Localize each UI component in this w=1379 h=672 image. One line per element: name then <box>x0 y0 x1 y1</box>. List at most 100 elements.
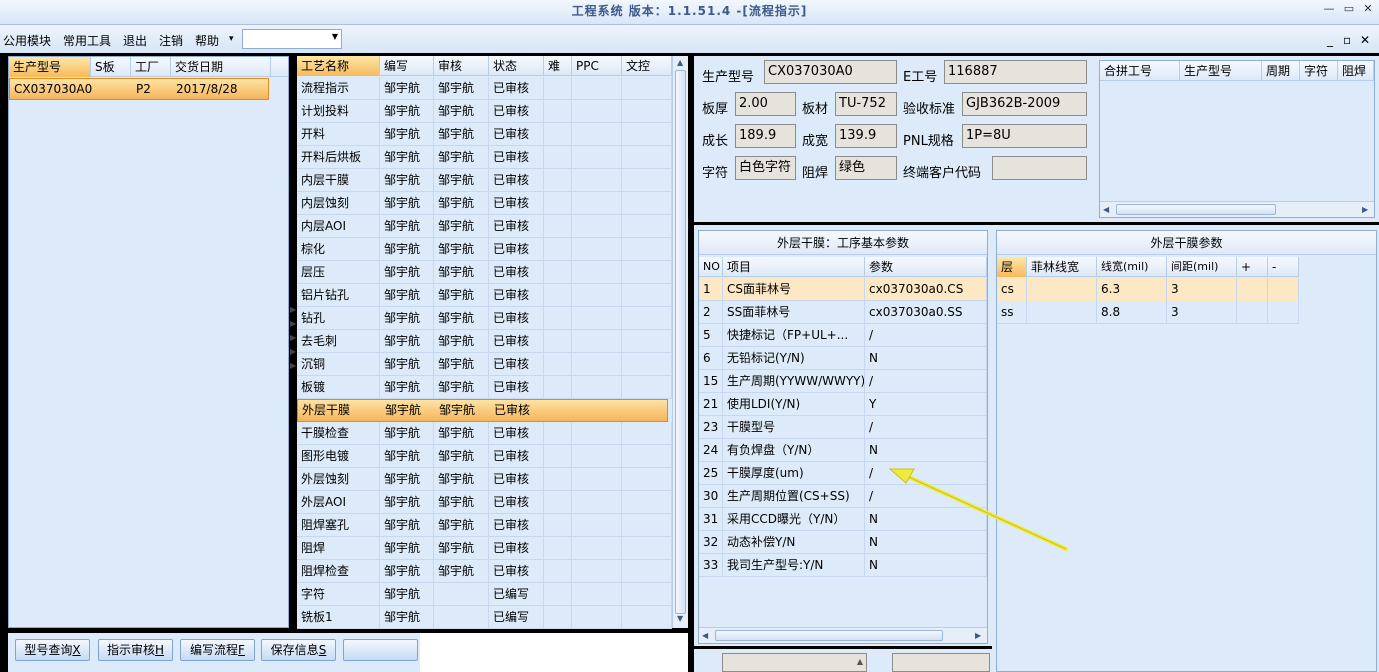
bottom-field-2[interactable] <box>892 653 990 672</box>
scroll-left-icon[interactable]: ◀ <box>1103 205 1109 214</box>
col-layer[interactable]: 层 <box>997 257 1027 277</box>
table-row[interactable]: 沉铜 邹宇航 邹宇航 已审核 <box>297 353 672 376</box>
table-cell[interactable]: 3 <box>1167 301 1237 324</box>
col-difficulty[interactable]: 难 <box>544 56 572 76</box>
table-cell[interactable]: / <box>865 416 987 439</box>
scroll-right-icon[interactable]: ▶ <box>975 631 981 640</box>
field-customer-code[interactable] <box>992 156 1087 180</box>
field-pnl-spec[interactable]: 1P=8U <box>962 124 1087 148</box>
field-legend[interactable]: 白色字符 <box>735 156 796 180</box>
table-row[interactable]: 内层蚀刻 邹宇航 邹宇航 已审核 <box>297 192 672 215</box>
table-row[interactable]: 计划投料 邹宇航 邹宇航 已审核 <box>297 100 672 123</box>
table-cell[interactable] <box>1237 278 1268 301</box>
table-cell[interactable]: 6.3 <box>1097 278 1167 301</box>
table-row[interactable]: 棕化 邹宇航 邹宇航 已审核 <box>297 238 672 261</box>
list-item[interactable]: 21 使用LDI(Y/N) Y <box>699 393 987 416</box>
table-cell[interactable]: N <box>865 347 987 370</box>
scroll-left-icon[interactable]: ◀ <box>702 631 708 640</box>
col-minus[interactable]: - <box>1268 257 1299 277</box>
col-merge-legend[interactable]: 字符 <box>1300 61 1338 81</box>
table-row[interactable]: 板镀 邹宇航 邹宇航 已审核 <box>297 376 672 399</box>
close-icon[interactable]: ✕ <box>1360 2 1376 16</box>
col-model[interactable]: 生产型号 <box>9 57 91 77</box>
field-length[interactable]: 189.9 <box>735 124 796 148</box>
col-line-width[interactable]: 线宽(mil) <box>1097 257 1167 277</box>
mdi-minimize-icon[interactable]: _ <box>1327 33 1333 47</box>
table-row[interactable]: 开料 邹宇航 邹宇航 已审核 <box>297 123 672 146</box>
table-cell[interactable]: / <box>865 370 987 393</box>
scroll-thumb[interactable] <box>1116 204 1276 215</box>
toolbar-button-0[interactable]: 型号查询X <box>15 639 90 661</box>
menu-exit[interactable]: 退出 <box>123 32 147 49</box>
list-item[interactable]: 6 无铅标记(Y/N) N <box>699 347 987 370</box>
list-item[interactable]: 24 有负焊盘（Y/N） N <box>699 439 987 462</box>
field-width[interactable]: 139.9 <box>835 124 897 148</box>
table-row[interactable]: 图形电镀 邹宇航 邹宇航 已审核 <box>297 445 672 468</box>
basic-hscroll[interactable]: ◀ ▶ <box>699 627 987 643</box>
table-cell[interactable] <box>1027 278 1097 301</box>
mdi-close-icon[interactable]: ✕ <box>1360 33 1370 47</box>
table-cell[interactable]: N <box>865 439 987 462</box>
table-row[interactable]: 阻焊塞孔 邹宇航 邹宇航 已审核 <box>297 514 672 537</box>
scroll-down-icon[interactable]: ▼ <box>677 614 683 623</box>
table-cell[interactable]: cs <box>997 278 1027 301</box>
table-cell[interactable] <box>1268 301 1299 324</box>
spin-up-icon[interactable]: ▲ <box>857 657 863 666</box>
table-row[interactable]: 铣板1 邹宇航 已编写 <box>297 606 672 629</box>
col-status[interactable]: 状态 <box>489 56 544 76</box>
col-film-line-width[interactable]: 菲林线宽 <box>1027 257 1097 277</box>
scroll-thumb[interactable] <box>715 630 943 641</box>
table-row[interactable]: 层压 邹宇航 邹宇航 已审核 <box>297 261 672 284</box>
mdi-restore-icon[interactable]: ▫ <box>1343 33 1351 47</box>
table-row[interactable]: 钻孔 邹宇航 邹宇航 已审核 <box>297 307 672 330</box>
scroll-thumb[interactable] <box>675 70 686 614</box>
table-cell[interactable] <box>1237 301 1268 324</box>
table-cell[interactable]: 3 <box>1167 278 1237 301</box>
col-plus[interactable]: + <box>1237 257 1268 277</box>
menu-logout[interactable]: 注销 <box>159 32 183 49</box>
col-item[interactable]: 项目 <box>723 257 865 277</box>
scroll-up-icon[interactable]: ▲ <box>677 58 683 67</box>
minimize-icon[interactable]: — <box>1321 2 1337 16</box>
list-item[interactable]: 1 CS面菲林号 cx037030a0.CS <box>699 278 987 301</box>
toolbar-button-1[interactable]: 指示审核H <box>98 639 173 661</box>
col-ppc[interactable]: PPC <box>572 56 622 76</box>
list-item[interactable]: 23 干膜型号 / <box>699 416 987 439</box>
toolbar-button-4[interactable] <box>343 639 418 661</box>
table-cell[interactable]: Y <box>865 393 987 416</box>
table-row[interactable]: 铝片钻孔 邹宇航 邹宇航 已审核 <box>297 284 672 307</box>
col-s-board[interactable]: S板 <box>91 57 131 77</box>
field-standard[interactable]: GJB362B-2009 <box>962 92 1087 116</box>
maximize-icon[interactable]: ▭ <box>1341 2 1357 16</box>
table-cell[interactable] <box>1027 301 1097 324</box>
table-row[interactable]: 字符 邹宇航 已编写 <box>297 583 672 606</box>
table-cell[interactable]: cx037030a0.CS <box>865 278 987 301</box>
col-merge-model[interactable]: 生产型号 <box>1180 61 1262 81</box>
menu-dropdown-icon[interactable]: ▾ <box>229 34 234 44</box>
col-param[interactable]: 参数 <box>865 257 987 277</box>
table-row[interactable]: 内层AOI 邹宇航 邹宇航 已审核 <box>297 215 672 238</box>
merge-hscroll[interactable]: ◀ ▶ <box>1100 201 1374 217</box>
toolbar-button-2[interactable]: 编写流程F <box>180 639 255 661</box>
col-merge-cycle[interactable]: 周期 <box>1262 61 1300 81</box>
bottom-field-1[interactable]: ▲ <box>722 653 867 672</box>
table-row[interactable]: 外层干膜 邹宇航 邹宇航 已审核 <box>297 399 668 422</box>
col-delivery-date[interactable]: 交货日期 <box>171 57 271 77</box>
table-row[interactable]: 外层蚀刻 邹宇航 邹宇航 已审核 <box>297 468 672 491</box>
table-row[interactable]: 开料后烘板 邹宇航 邹宇航 已审核 <box>297 146 672 169</box>
chevron-down-icon[interactable]: ▼ <box>332 32 338 41</box>
table-row[interactable]: 外层AOI 邹宇航 邹宇航 已审核 <box>297 491 672 514</box>
list-item[interactable]: 5 快捷标记（FP+UL+... / <box>699 324 987 347</box>
field-solder-mask[interactable]: 绿色 <box>835 156 897 180</box>
menu-combo-box[interactable]: ▼ <box>242 29 342 49</box>
table-cell[interactable]: / <box>865 324 987 347</box>
splitter-handle[interactable]: ▶ ▶ ▶ ▶ ▶ <box>290 303 296 383</box>
list-item[interactable]: 15 生产周期(YYWW/WWYY) / <box>699 370 987 393</box>
menu-common-tools[interactable]: 常用工具 <box>63 32 111 49</box>
table-row[interactable]: CX037030A0 P2 2017/8/28 <box>9 78 269 100</box>
table-row[interactable]: ss 8.8 3 <box>997 301 1299 324</box>
table-cell[interactable]: cx037030a0.SS <box>865 301 987 324</box>
col-factory[interactable]: 工厂 <box>131 57 171 77</box>
toolbar-button-3[interactable]: 保存信息S <box>261 639 336 661</box>
col-merge-mask[interactable]: 阻焊 <box>1338 61 1374 81</box>
